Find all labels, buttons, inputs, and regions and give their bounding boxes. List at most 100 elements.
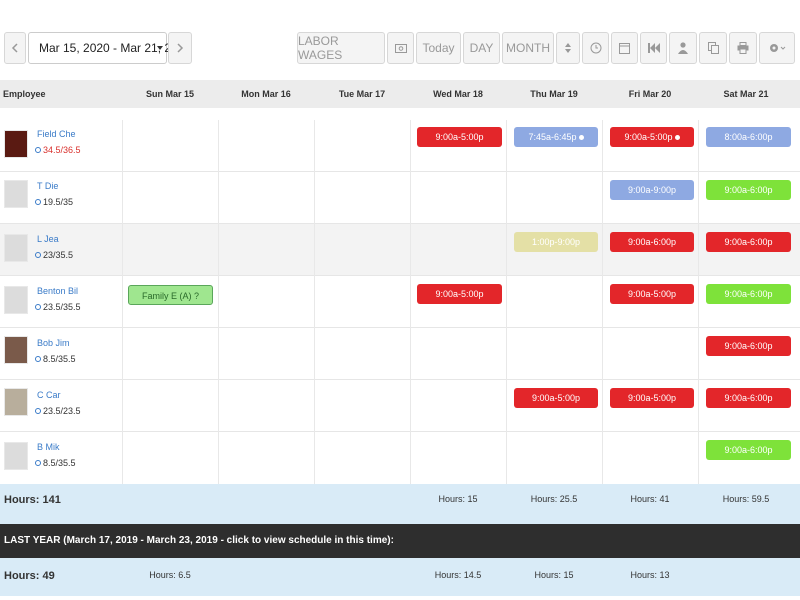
- shift-block[interactable]: 9:00a-5:00p: [610, 388, 694, 408]
- employee-name[interactable]: L Jea: [37, 234, 59, 244]
- clock-icon: [590, 42, 601, 54]
- last-year-hours-thu: Hours: 15: [534, 570, 574, 580]
- shift-time: 1:00p-9:00p: [531, 237, 581, 247]
- employee-name[interactable]: C Car: [37, 390, 61, 400]
- settings-button[interactable]: [759, 32, 795, 64]
- skip-back-button[interactable]: [640, 32, 667, 64]
- day-header-thu[interactable]: Thu Mar 19: [506, 80, 602, 108]
- day-header-mon[interactable]: Mon Mar 16: [218, 80, 314, 108]
- copy-icon: [707, 42, 719, 54]
- shift-time: 9:00a-5:00p: [624, 132, 673, 142]
- column-divider: [602, 120, 603, 484]
- labor-wages-button[interactable]: LABOR WAGES: [297, 32, 385, 64]
- employee-hours-value: 34.5/36.5: [43, 145, 81, 155]
- date-range-picker[interactable]: Mar 15, 2020 - Mar 21, 2020: [28, 32, 191, 64]
- employee-name[interactable]: Bob Jim: [37, 338, 70, 348]
- employee-hours: 23.5/23.5: [35, 406, 81, 416]
- shift-time: 9:00a-6:00p: [724, 237, 773, 247]
- employee-row: Bob Jim 8.5/35.5: [0, 328, 800, 380]
- day-view-button[interactable]: DAY: [463, 32, 500, 64]
- avatar: [4, 234, 28, 262]
- shift-block[interactable]: 9:00a-5:00p: [610, 284, 694, 304]
- person-icon: [678, 42, 688, 54]
- avatar: [4, 388, 28, 416]
- shift-block[interactable]: 9:00a-5:00p: [610, 127, 694, 147]
- clock-icon: [35, 147, 41, 153]
- chevron-left-icon: [11, 43, 18, 53]
- shift-block[interactable]: 9:00a-5:00p: [417, 127, 502, 147]
- shift-time: 9:00a-5:00p: [435, 289, 484, 299]
- print-button[interactable]: [729, 32, 757, 64]
- employee-hours: 23.5/35.5: [35, 302, 81, 312]
- employee-name[interactable]: Benton Bil: [37, 286, 78, 296]
- shift-time: 9:00a-6:00p: [627, 237, 677, 247]
- comment-icon: [674, 135, 680, 141]
- shift-block[interactable]: 9:00a-6:00p: [706, 232, 791, 252]
- day-header-tue[interactable]: Tue Mar 17: [314, 80, 410, 108]
- day-header-sat[interactable]: Sat Mar 21: [698, 80, 794, 108]
- clock-button[interactable]: [582, 32, 609, 64]
- employee-name[interactable]: T Die: [37, 181, 58, 191]
- clock-icon: [35, 356, 41, 362]
- employee-hours-value: 23/35.5: [43, 250, 74, 260]
- person-button[interactable]: [669, 32, 697, 64]
- day-header-wed[interactable]: Wed Mar 18: [410, 80, 506, 108]
- time-off-block[interactable]: Family E (A) ?: [128, 285, 213, 305]
- last-year-hours-wed: Hours: 14.5: [434, 570, 482, 580]
- avatar: [4, 286, 28, 314]
- shift-block[interactable]: 9:00a-6:00p: [706, 180, 791, 200]
- employee-hours-value: 8.5/35.5: [43, 354, 76, 364]
- clock-icon: [35, 408, 41, 414]
- day-header-sun[interactable]: Sun Mar 15: [122, 80, 218, 108]
- sort-button[interactable]: [556, 32, 580, 64]
- last-year-hours-fri: Hours: 13: [630, 570, 670, 580]
- shift-time: 9:00a-6:00p: [724, 393, 773, 403]
- calendar-icon: [619, 43, 630, 54]
- gear-icon: [770, 44, 786, 52]
- today-button[interactable]: Today: [416, 32, 461, 64]
- weekly-hours-summary: Hours: 141 Hours: 15 Hours: 25.5 Hours: …: [0, 484, 800, 524]
- shift-block[interactable]: 9:00a-5:00p: [514, 388, 598, 408]
- shift-time: 8:00a-6:00p: [724, 132, 773, 142]
- shift-block[interactable]: 7:45a-6:45p: [514, 127, 598, 147]
- shift-block[interactable]: 8:00a-6:00p: [706, 127, 791, 147]
- shift-time: 9:00a-6:00p: [724, 289, 773, 299]
- employee-hours: 8.5/35.5: [35, 458, 76, 468]
- shift-block[interactable]: 9:00a-6:00p: [610, 232, 694, 252]
- next-week-button[interactable]: [168, 32, 192, 64]
- sort-icon: [565, 43, 571, 53]
- shift-time: 9:00a-5:00p: [627, 289, 677, 299]
- shift-block[interactable]: 9:00a-6:00p: [706, 388, 791, 408]
- shift-block[interactable]: 9:00a-6:00p: [706, 336, 791, 356]
- last-year-banner-text: LAST YEAR (March 17, 2019 - March 23, 20…: [4, 535, 394, 546]
- shift-block[interactable]: 9:00a-5:00p: [417, 284, 502, 304]
- clock-icon: [35, 460, 41, 466]
- calendar-button[interactable]: [611, 32, 638, 64]
- day-header-fri[interactable]: Fri Mar 20: [602, 80, 698, 108]
- column-divider: [122, 120, 123, 484]
- employee-row: B Mik 8.5/35.5: [0, 432, 800, 484]
- employee-hours-value: 23.5/35.5: [43, 302, 81, 312]
- employee-name[interactable]: B Mik: [37, 442, 60, 452]
- prev-week-button[interactable]: [4, 32, 26, 64]
- month-view-button[interactable]: MONTH: [502, 32, 554, 64]
- money-icon: [394, 43, 407, 53]
- money-button[interactable]: [387, 32, 414, 64]
- shift-block[interactable]: 1:00p-9:00p: [514, 232, 598, 252]
- time-off-label: Family E (A) ?: [141, 291, 199, 301]
- day-hours-sat: Hours: 59.5: [722, 494, 770, 504]
- shift-block[interactable]: 9:00a-6:00p: [706, 284, 791, 304]
- print-icon: [737, 42, 749, 54]
- avatar: [4, 442, 28, 470]
- shift-time: 9:00a-5:00p: [531, 393, 581, 403]
- employee-name[interactable]: Field Che: [37, 129, 76, 139]
- shift-block[interactable]: 9:00a-6:00p: [706, 440, 791, 460]
- labor-wages-label: LABOR WAGES: [298, 34, 343, 62]
- column-divider: [314, 120, 315, 484]
- employee-column-header: Employee: [3, 89, 46, 99]
- copy-button[interactable]: [699, 32, 727, 64]
- shift-time: 7:45a-6:45p: [528, 132, 577, 142]
- last-year-banner[interactable]: LAST YEAR (March 17, 2019 - March 23, 20…: [0, 524, 800, 558]
- shift-block[interactable]: 9:00a-9:00p: [610, 180, 694, 200]
- shift-time: 9:00a-6:00p: [724, 341, 773, 351]
